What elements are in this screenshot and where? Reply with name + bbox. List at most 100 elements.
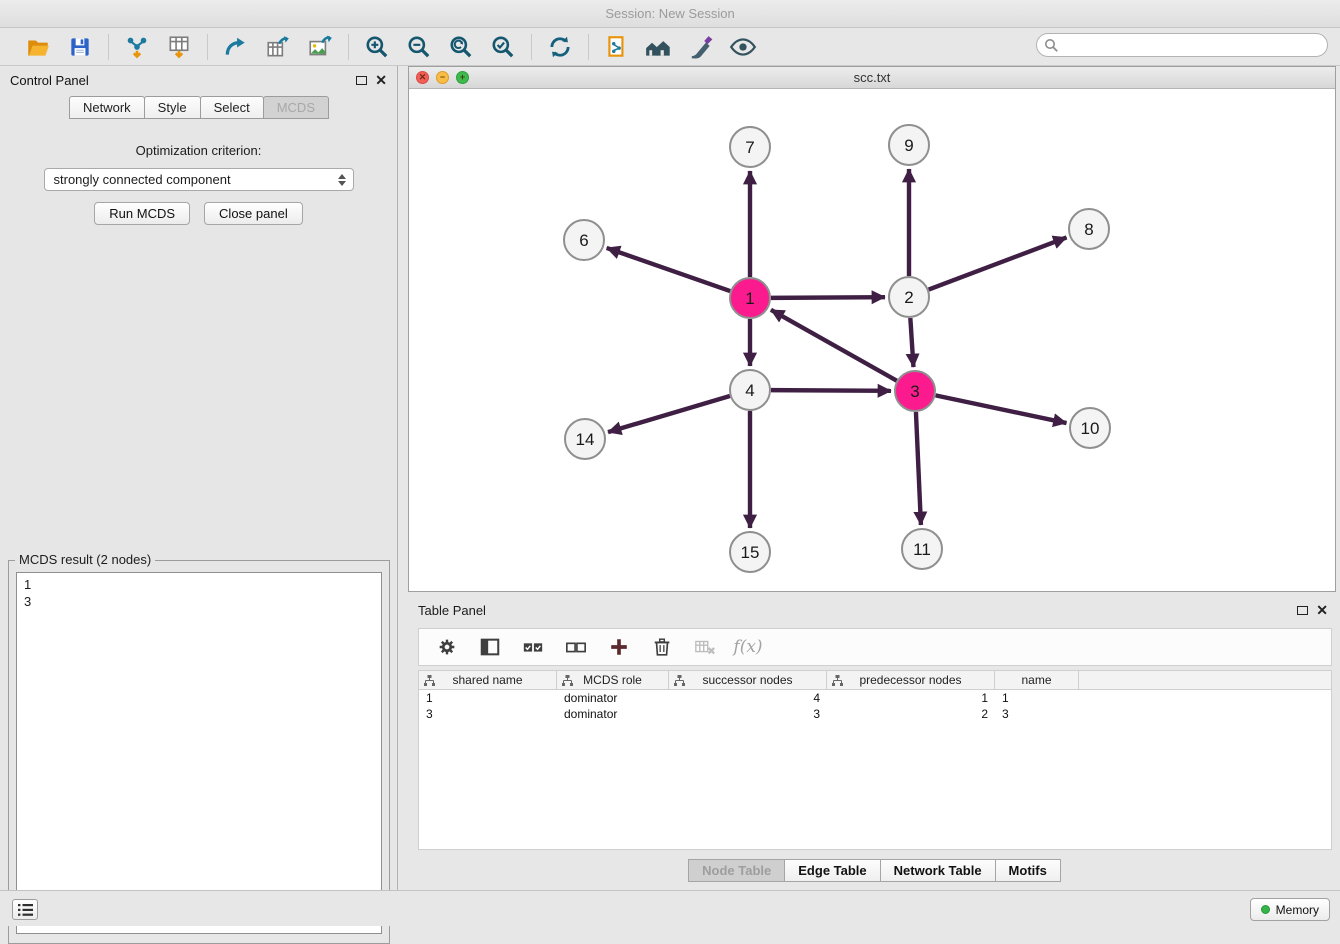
float-table-panel-icon[interactable] (1297, 606, 1308, 615)
column-header-name[interactable]: name (995, 671, 1079, 689)
import-table-icon[interactable] (164, 32, 194, 62)
run-mcds-button[interactable]: Run MCDS (94, 202, 190, 225)
table-cell[interactable]: 4 (669, 690, 827, 706)
graph-node-14[interactable]: 14 (565, 419, 605, 459)
open-session-icon[interactable] (23, 32, 53, 62)
tab-node-table[interactable]: Node Table (688, 859, 785, 882)
criterion-dropdown[interactable]: strongly connected component (44, 168, 354, 191)
graph-node-9[interactable]: 9 (889, 125, 929, 165)
table-cell[interactable]: 1 (827, 690, 995, 706)
tab-motifs[interactable]: Motifs (995, 859, 1061, 882)
close-panel-icon[interactable]: ✕ (375, 73, 387, 87)
close-window-icon[interactable]: ✕ (416, 71, 429, 84)
style-paint-icon[interactable] (686, 32, 716, 62)
graph-node-2[interactable]: 2 (889, 277, 929, 317)
home-view-icon[interactable] (644, 32, 674, 62)
column-header-mcds-role[interactable]: MCDS role (557, 671, 669, 689)
graph-node-15[interactable]: 15 (730, 532, 770, 572)
export-image-icon[interactable] (305, 32, 335, 62)
table-panel: Table Panel ✕ f(x) share (408, 598, 1340, 890)
deselect-all-icon[interactable] (563, 634, 589, 660)
graph-edge-1-2[interactable] (771, 297, 885, 298)
save-session-icon[interactable] (65, 32, 95, 62)
columns-icon[interactable] (477, 634, 503, 660)
table-row[interactable]: 1dominator411 (419, 690, 1331, 706)
table-row[interactable]: 3dominator323 (419, 706, 1331, 722)
task-history-button[interactable] (12, 899, 38, 920)
function-builder-icon[interactable]: f(x) (735, 634, 761, 660)
graph-node-4[interactable]: 4 (730, 370, 770, 410)
table-cell[interactable]: 1 (419, 690, 557, 706)
table-cell[interactable]: 3 (995, 706, 1079, 722)
search-box (1036, 33, 1328, 57)
graph-node-11[interactable]: 11 (902, 529, 942, 569)
column-header-shared-name[interactable]: shared name (419, 671, 557, 689)
graph-edge-2-3[interactable] (910, 318, 913, 367)
graph-node-10[interactable]: 10 (1070, 408, 1110, 448)
graph-edge-4-14[interactable] (608, 396, 730, 432)
graph-edge-2-8[interactable] (929, 237, 1067, 289)
search-input[interactable] (1036, 33, 1328, 57)
close-table-panel-icon[interactable]: ✕ (1316, 603, 1328, 617)
show-hide-icon[interactable] (728, 32, 758, 62)
tab-network[interactable]: Network (69, 96, 145, 119)
control-panel-tabs: NetworkStyleSelectMCDS (0, 96, 397, 119)
zoom-out-icon[interactable] (404, 32, 434, 62)
delete-table-icon[interactable] (692, 634, 718, 660)
control-panel-title: Control Panel (10, 73, 89, 88)
settings-gear-icon[interactable] (434, 634, 460, 660)
graph-edge-3-11[interactable] (916, 412, 921, 525)
select-all-icon[interactable] (520, 634, 546, 660)
tab-network-table[interactable]: Network Table (880, 859, 996, 882)
graph-node-7[interactable]: 7 (730, 127, 770, 167)
graph-edge-3-1[interactable] (771, 310, 897, 381)
column-header-successor-nodes[interactable]: successor nodes (669, 671, 827, 689)
tab-edge-table[interactable]: Edge Table (784, 859, 880, 882)
network-file-icon[interactable] (602, 32, 632, 62)
column-header-predecessor-nodes[interactable]: predecessor nodes (827, 671, 995, 689)
list-icon (18, 904, 33, 916)
table-cell[interactable]: 3 (669, 706, 827, 722)
mcds-result-group: MCDS result (2 nodes) 1 3 (8, 560, 390, 944)
network-graph[interactable]: 7 9 6 8 1 2 4 3 14 10 15 11 (409, 89, 1335, 591)
zoom-in-icon[interactable] (362, 32, 392, 62)
network-window: ✕ − + scc.txt 7 9 6 8 1 2 4 3 14 10 15 11 (408, 66, 1336, 592)
add-column-icon[interactable] (606, 634, 632, 660)
tab-select[interactable]: Select (200, 96, 264, 119)
apply-layout-icon[interactable] (545, 32, 575, 62)
network-window-titlebar[interactable]: ✕ − + scc.txt (409, 67, 1335, 89)
graph-edge-4-3[interactable] (771, 390, 891, 391)
graph-node-1[interactable]: 1 (730, 278, 770, 318)
table-cell[interactable]: dominator (557, 690, 669, 706)
table-tabs: Node TableEdge TableNetwork TableMotifs (408, 859, 1340, 882)
window-titlebar: Session: New Session (0, 0, 1340, 28)
mcds-result-title: MCDS result (2 nodes) (15, 552, 155, 567)
mcds-result-text[interactable]: 1 3 (16, 572, 382, 934)
export-table-icon[interactable] (263, 32, 293, 62)
export-network-icon[interactable] (221, 32, 251, 62)
table-cell[interactable]: 3 (419, 706, 557, 722)
graph-node-8[interactable]: 8 (1069, 209, 1109, 249)
graph-edge-1-6[interactable] (607, 248, 731, 291)
minimize-window-icon[interactable]: − (436, 71, 449, 84)
svg-text:6: 6 (579, 231, 588, 250)
graph-edge-3-10[interactable] (936, 395, 1067, 423)
delete-column-icon[interactable] (649, 634, 675, 660)
zoom-selected-icon[interactable] (488, 32, 518, 62)
table-cell[interactable]: dominator (557, 706, 669, 722)
network-canvas[interactable]: 7 9 6 8 1 2 4 3 14 10 15 11 (409, 89, 1335, 591)
maximize-window-icon[interactable]: + (456, 71, 469, 84)
graph-node-3[interactable]: 3 (895, 371, 935, 411)
tab-style[interactable]: Style (144, 96, 201, 119)
memory-button[interactable]: Memory (1250, 898, 1330, 921)
zoom-fit-icon[interactable] (446, 32, 476, 62)
table-cell[interactable]: 1 (995, 690, 1079, 706)
import-network-icon[interactable] (122, 32, 152, 62)
close-panel-button[interactable]: Close panel (204, 202, 303, 225)
graph-node-6[interactable]: 6 (564, 220, 604, 260)
tab-mcds[interactable]: MCDS (263, 96, 329, 119)
float-panel-icon[interactable] (356, 76, 367, 85)
svg-text:2: 2 (904, 288, 913, 307)
table-cell[interactable]: 2 (827, 706, 995, 722)
node-table[interactable]: shared nameMCDS rolesuccessor nodesprede… (418, 670, 1332, 850)
